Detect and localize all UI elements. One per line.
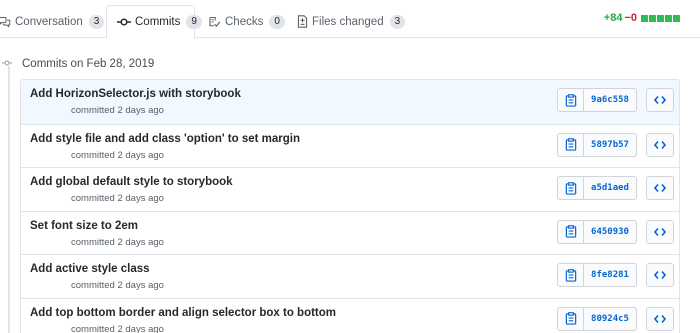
diffstat-block [657, 14, 664, 22]
commit-row: Add top bottom border and align selector… [21, 297, 679, 333]
diffstat-block [649, 14, 656, 22]
commit-sha-group: 6450930 [557, 219, 637, 244]
tab-conversation[interactable]: Conversation 3 [0, 5, 105, 38]
copy-sha-button[interactable] [558, 177, 584, 199]
commit-sha-group: 5897b57 [557, 132, 637, 157]
commit-meta: committed 2 days ago [71, 236, 164, 248]
commit-message-link[interactable]: Add global default style to storybook [30, 176, 233, 188]
clipboard-icon [565, 181, 576, 195]
code-icon [654, 183, 666, 193]
clipboard-icon [565, 138, 576, 151]
tab-files-changed-label: Files changed [312, 15, 384, 28]
diffstat-block [665, 14, 672, 22]
commit-message-link[interactable]: Set font size to 2em [30, 220, 138, 232]
code-icon [654, 270, 666, 280]
diffstat: +84 −0 [604, 12, 680, 24]
commit-sha-group: a5d1aed [557, 176, 637, 200]
browse-repo-button[interactable] [646, 219, 674, 244]
commit-sha-link[interactable]: 6450930 [584, 221, 636, 243]
commit-sha-link[interactable]: 5897b57 [584, 134, 636, 156]
commit-sha-link[interactable]: 80924c5 [584, 308, 636, 330]
commit-meta: committed 2 days ago [71, 323, 164, 333]
comment-discussion-icon [0, 16, 11, 28]
tab-checks-count: 0 [269, 14, 285, 29]
copy-sha-button[interactable] [558, 220, 584, 243]
git-commit-node-icon [2, 58, 12, 68]
commit-message-link[interactable]: Add active style class [30, 263, 150, 275]
tab-checks-label: Checks [225, 15, 264, 28]
browse-repo-button[interactable] [646, 132, 674, 157]
code-icon [654, 314, 666, 323]
commit-meta: committed 2 days ago [71, 280, 164, 291]
copy-sha-button[interactable] [558, 307, 584, 330]
clipboard-icon [565, 225, 576, 238]
tab-commits-count: 9 [186, 15, 202, 29]
browse-repo-button[interactable] [646, 306, 674, 331]
timeline-line [8, 66, 10, 333]
commit-meta: committed 2 days ago [71, 149, 164, 161]
commit-message-link[interactable]: Add top bottom border and align selector… [30, 307, 336, 319]
commit-row: Add global default style to storybook co… [21, 167, 679, 211]
clipboard-icon [565, 93, 576, 107]
commit-sha-group: 80924c5 [557, 306, 637, 331]
commit-message-link[interactable]: Add HorizonSelector.js with storybook [30, 88, 241, 100]
commit-row: Set font size to 2em committed 2 days ag… [21, 210, 679, 254]
commit-list: Add HorizonSelector.js with storybook co… [20, 79, 680, 333]
diffstat-additions: +84 [603, 12, 623, 24]
diffstat-block [641, 14, 648, 22]
commit-sha-group: 8fe8281 [557, 263, 637, 287]
browse-repo-button[interactable] [646, 176, 674, 200]
commit-row: Add style file and add class 'option' to… [21, 123, 679, 167]
tab-conversation-count: 3 [88, 14, 105, 29]
clipboard-icon [565, 268, 576, 282]
code-icon [654, 95, 666, 105]
commit-message-link[interactable]: Add style file and add class 'option' to… [30, 133, 300, 145]
file-diff-icon [297, 15, 308, 28]
git-commit-icon [117, 17, 131, 27]
copy-sha-button[interactable] [558, 264, 584, 286]
tab-commits-label: Commits [135, 16, 181, 28]
checklist-icon [208, 16, 221, 28]
pr-tab-bar: Conversation 3 Commits 9 Checks 0 Files … [0, 0, 700, 39]
commit-meta: committed 2 days ago [71, 193, 164, 204]
commit-sha-link[interactable]: a5d1aed [584, 177, 636, 199]
commit-row: Add HorizonSelector.js with storybook co… [21, 80, 679, 124]
commit-sha-group: 9a6c558 [557, 88, 637, 112]
commit-row: Add active style class committed 2 days … [21, 254, 679, 298]
tab-files-changed-count: 3 [389, 14, 406, 29]
commit-group-title: Commits on Feb 28, 2019 [22, 58, 155, 70]
diffstat-blocks [640, 14, 680, 22]
tab-checks[interactable]: Checks 0 [208, 5, 285, 38]
copy-sha-button[interactable] [558, 89, 584, 111]
browse-repo-button[interactable] [646, 88, 674, 112]
tab-commits[interactable]: Commits 9 [106, 5, 202, 39]
diffstat-deletions: −0 [624, 12, 637, 24]
code-icon [654, 140, 666, 149]
commit-sha-link[interactable]: 8fe8281 [584, 264, 636, 286]
browse-repo-button[interactable] [646, 263, 674, 287]
tab-files-changed[interactable]: Files changed 3 [297, 5, 406, 38]
diffstat-block [673, 14, 680, 22]
copy-sha-button[interactable] [558, 133, 584, 156]
commit-sha-link[interactable]: 9a6c558 [584, 89, 636, 111]
code-icon [654, 227, 666, 236]
clipboard-icon [565, 312, 576, 325]
tab-conversation-label: Conversation [15, 15, 83, 28]
commit-meta: committed 2 days ago [71, 105, 164, 116]
